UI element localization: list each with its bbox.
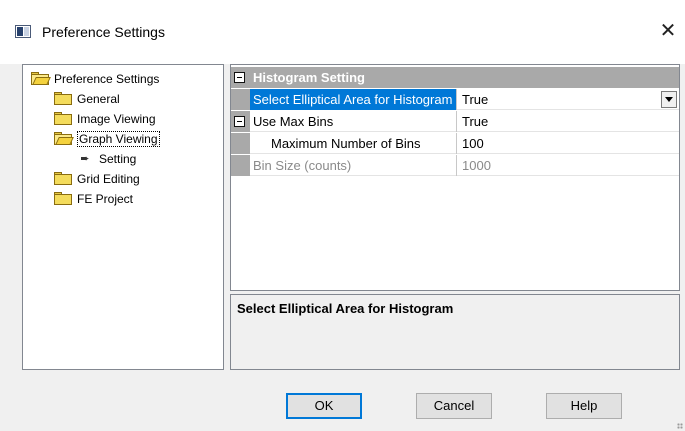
property-row-bin-size[interactable]: Bin Size (counts) 1000: [231, 155, 679, 176]
tree-item-root[interactable]: Preference Settings: [31, 70, 159, 87]
collapse-icon[interactable]: [234, 116, 245, 127]
collapse-icon[interactable]: [234, 72, 245, 83]
property-value[interactable]: 100: [456, 133, 679, 154]
title-bar: Preference Settings ✕: [0, 0, 685, 64]
preference-tree[interactable]: Preference Settings General Image Viewin…: [22, 64, 224, 370]
tree-item-label: Graph Viewing: [77, 130, 160, 147]
category-label: Histogram Setting: [253, 70, 365, 85]
description-title: Select Elliptical Area for Histogram: [237, 301, 454, 316]
tree-item-general[interactable]: General: [54, 90, 120, 107]
property-label: Use Max Bins: [253, 114, 334, 129]
help-button[interactable]: Help: [546, 393, 622, 419]
tree-item-grid-editing[interactable]: Grid Editing: [54, 170, 140, 187]
folder-icon: [54, 192, 72, 205]
property-row-select-elliptical[interactable]: Select Elliptical Area for Histogram Tru…: [231, 89, 679, 110]
folder-open-icon: [31, 72, 51, 85]
tree-item-image-viewing[interactable]: Image Viewing: [54, 110, 156, 127]
property-label: Select Elliptical Area for Histogram: [253, 92, 453, 107]
app-icon: [15, 25, 31, 38]
chevron-down-icon[interactable]: [661, 91, 677, 108]
property-label: Bin Size (counts): [253, 158, 352, 173]
folder-icon: [54, 172, 72, 185]
property-row-use-max-bins[interactable]: Use Max Bins True: [231, 111, 679, 132]
folder-icon: [54, 92, 72, 105]
resize-grip-icon[interactable]: [677, 423, 683, 429]
tree-item-label: Image Viewing: [77, 111, 156, 126]
tree-item-label: Grid Editing: [77, 171, 140, 186]
tree-item-graph-viewing[interactable]: Graph Viewing: [54, 130, 160, 147]
property-label: Maximum Number of Bins: [271, 136, 421, 151]
property-row-max-number-bins[interactable]: Maximum Number of Bins 100: [231, 133, 679, 154]
tree-item-label: Setting: [99, 151, 137, 166]
folder-icon: [54, 112, 72, 125]
tree-item-label: Preference Settings: [54, 71, 160, 86]
property-value[interactable]: True: [456, 111, 679, 132]
tree-item-label: General: [77, 91, 120, 106]
tree-item-setting[interactable]: ➨ Setting: [79, 150, 136, 167]
property-value-dropdown[interactable]: True: [456, 89, 679, 110]
window-title: Preference Settings: [42, 24, 165, 40]
ok-button[interactable]: OK: [286, 393, 362, 419]
close-button[interactable]: ✕: [656, 17, 680, 43]
description-pane: Select Elliptical Area for Histogram: [230, 294, 680, 370]
tree-item-fe-project[interactable]: FE Project: [54, 190, 133, 207]
category-row-histogram[interactable]: Histogram Setting: [231, 67, 679, 88]
arrow-right-icon: ➨: [80, 153, 90, 165]
property-value: 1000: [456, 155, 679, 176]
folder-open-icon: [54, 132, 74, 145]
property-grid[interactable]: Histogram Setting Select Elliptical Area…: [230, 64, 680, 291]
tree-item-label: FE Project: [77, 191, 134, 206]
cancel-button[interactable]: Cancel: [416, 393, 492, 419]
